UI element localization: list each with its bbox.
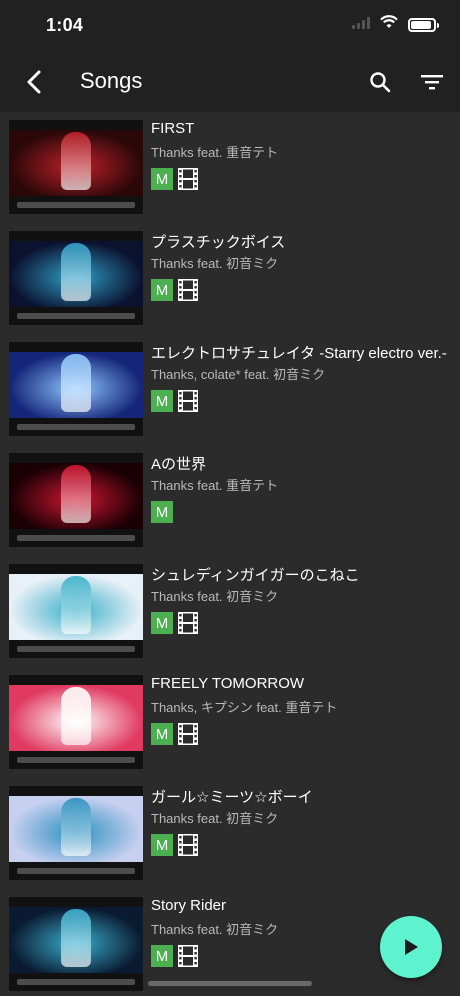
film-icon [177,279,199,301]
music-badge: M [151,945,173,967]
song-badges: M [151,612,199,634]
song-thumbnail [9,786,143,880]
status-icons [352,15,439,34]
song-thumbnail [9,120,143,214]
film-icon [177,834,199,856]
song-item[interactable]: FREELY TOMORROW Thanks, キプシン feat. 重音テト M [0,667,460,778]
music-badge: M [151,168,173,190]
song-badges: M [151,168,199,190]
song-badges: M [151,501,173,523]
song-item[interactable]: Aの世界 Thanks feat. 重音テト M [0,445,460,556]
song-list[interactable]: FIRST Thanks feat. 重音テト M プラスチックボイス Thanks f… [0,112,460,996]
music-badge: M [151,723,173,745]
song-item[interactable]: シュレディンガイガーのこねこ Thanks feat. 初音ミク M [0,556,460,667]
song-badges: M [151,834,199,856]
song-artist: Thanks feat. 初音ミク [151,256,279,271]
song-badges: M [151,945,199,967]
song-item[interactable]: プラスチックボイス Thanks feat. 初音ミク M [0,223,460,334]
music-badge: M [151,834,173,856]
song-thumbnail [9,231,143,325]
signal-icon [352,16,370,34]
play-icon [405,939,418,955]
status-bar: 1:04 [0,0,460,52]
film-icon [177,723,199,745]
back-button[interactable] [16,64,52,100]
song-item[interactable]: ガール☆ミーツ☆ボーイ Thanks feat. 初音ミク M [0,778,460,889]
song-artist: Thanks feat. 重音テト [151,478,279,493]
filter-icon [421,75,443,90]
song-item[interactable]: エレクトロサチュレイタ -Starry electro ver.- Thanks,… [0,334,460,445]
song-artist: Thanks feat. 初音ミク [151,811,279,826]
song-title: エレクトロサチュレイタ -Starry electro ver.- [151,345,447,362]
film-icon [177,612,199,634]
song-artist: Thanks feat. 重音テト [151,145,279,160]
filter-button[interactable] [414,64,450,100]
song-thumbnail [9,897,143,991]
song-artist: Thanks, colate* feat. 初音ミク [151,367,326,382]
music-badge: M [151,279,173,301]
song-title: Aの世界 [151,456,207,473]
back-arrow-icon [27,70,41,94]
film-icon [177,945,199,967]
film-icon [177,390,199,412]
song-thumbnail [9,453,143,547]
status-time: 1:04 [46,15,84,35]
song-thumbnail [9,342,143,436]
music-badge: M [151,612,173,634]
search-icon [370,72,391,93]
song-title: プラスチックボイス [151,234,286,251]
search-button[interactable] [362,64,398,100]
song-item[interactable]: FIRST Thanks feat. 重音テト M [0,112,460,223]
battery-icon [408,17,439,32]
song-title: シュレディンガイガーのこねこ [151,567,360,584]
wifi-icon [380,15,398,34]
song-title: FIRST [151,120,195,137]
song-thumbnail [9,675,143,769]
app-bar: Songs [0,52,460,112]
play-button[interactable] [380,916,442,978]
song-thumbnail [9,564,143,658]
music-badge: M [151,501,173,523]
song-badges: M [151,279,199,301]
song-title: ガール☆ミーツ☆ボーイ [151,789,313,806]
song-badges: M [151,723,199,745]
song-badges: M [151,390,199,412]
music-badge: M [151,390,173,412]
song-title: Story Rider [151,897,227,914]
scrollbar[interactable] [148,981,312,986]
song-title: FREELY TOMORROW [151,675,305,692]
song-artist: Thanks, キプシン feat. 重音テト [151,700,338,715]
song-artist: Thanks feat. 初音ミク [151,589,279,604]
page-title: Songs [80,68,143,93]
film-icon [177,168,199,190]
